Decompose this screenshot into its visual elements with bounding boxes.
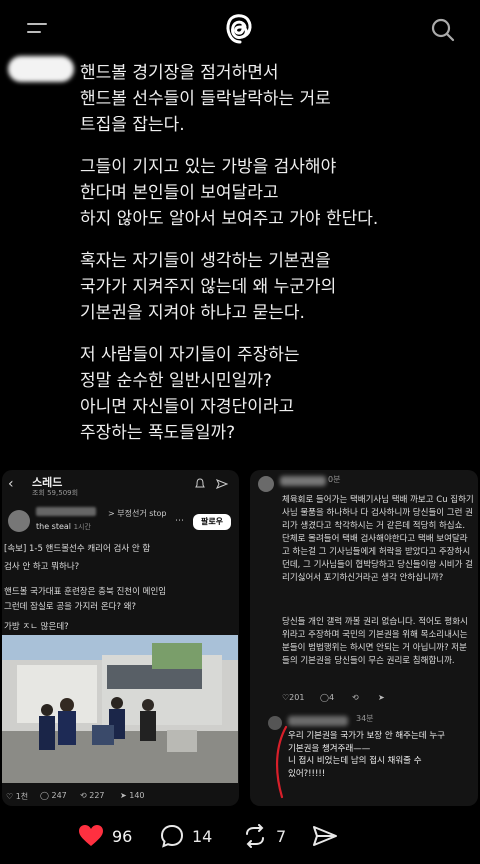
left-comment-count: 247 bbox=[51, 791, 67, 800]
post-line: 기본권을 지켜야 하냐고 묻는다. bbox=[80, 303, 305, 323]
post-line: 주장하는 폭도들일까? bbox=[80, 423, 236, 443]
more-icon: ⋯ bbox=[175, 516, 184, 526]
left-share-count: 140 bbox=[129, 791, 145, 800]
post-paragraph: 혹자는 자기들이 생각하는 기본권을 국가가 지켜주지 않는데 왜 누군가의 기… bbox=[80, 248, 475, 326]
post-line: 아니면 자신들이 자경단이라고 bbox=[80, 397, 295, 417]
post-line: 한다며 본인들이 보여달라고 bbox=[80, 183, 279, 203]
left-shot-comment: ◯ 247 bbox=[40, 791, 67, 800]
attached-photo bbox=[2, 635, 238, 783]
repost-count: 7 bbox=[276, 826, 287, 846]
post-line: 핸드볼 선수들이 들락날락하는 거로 bbox=[80, 89, 331, 109]
bell-icon bbox=[195, 478, 205, 488]
photo-scene bbox=[2, 635, 238, 783]
right-reply-text: 우리 기본권을 국가가 보장 안 해주는데 누구 기본권을 챙겨주래—— 니 접… bbox=[288, 730, 476, 780]
left-shot-like: ♡ 1천 bbox=[6, 792, 29, 801]
left-shot-quote: > 부정선거 stop bbox=[108, 508, 167, 519]
reply-line: 있어?!!!!! bbox=[288, 768, 326, 779]
reply-line: 기본권을 챙겨주래—— bbox=[288, 743, 371, 754]
post-paragraph: 핸드볼 경기장을 점거하면서 핸드볼 선수들이 들락날락하는 거로 트집을 잡는… bbox=[80, 60, 475, 138]
left-shot-subline: the steal 1시간 bbox=[36, 522, 91, 532]
repost-icon bbox=[246, 824, 264, 848]
like-button[interactable]: 96 bbox=[78, 822, 132, 850]
right-shot-repost: ⟲ bbox=[352, 693, 359, 702]
left-shot-username bbox=[36, 507, 96, 516]
search-icon[interactable] bbox=[430, 17, 456, 43]
left-shot-line: 가방 ㅈㄴ 많은데? bbox=[4, 622, 69, 632]
post-line: 핸드볼 경기장을 점거하면서 bbox=[80, 63, 279, 83]
left-shot-repost: ⟲ 227 bbox=[80, 791, 105, 800]
top-bar bbox=[0, 0, 480, 60]
left-repost-count: 227 bbox=[89, 791, 105, 800]
left-shot-actions: ♡ 1천 ◯ 247 ⟲ 227 ➤ 140 bbox=[0, 788, 237, 806]
post-line: 혹자는 자기들이 생각하는 기본권을 bbox=[80, 251, 331, 271]
post-line: 국가가 지켜주지 않는데 왜 누군가의 bbox=[80, 277, 337, 297]
threads-logo-icon[interactable] bbox=[222, 12, 256, 46]
reply-line: 니 접시 비었는데 남의 접시 채워줄 수 bbox=[288, 756, 422, 766]
share-icon bbox=[313, 826, 337, 846]
post-line: 트집을 잡는다. bbox=[80, 115, 185, 135]
post-line: 저 사람들이 자기들이 주장하는 bbox=[80, 345, 300, 365]
red-annotation-mark bbox=[275, 725, 288, 799]
reply-line: 우리 기본권을 국가가 보장 안 해주는데 누구 bbox=[288, 731, 445, 741]
left-like-count: 1천 bbox=[15, 792, 29, 801]
right-comment-count: 4 bbox=[328, 693, 335, 702]
back-icon: ‹ bbox=[8, 476, 14, 492]
post-body: 핸드볼 경기장을 점거하면서 핸드볼 선수들이 들락날락하는 거로 트집을 잡는… bbox=[80, 60, 475, 462]
right-reply-username bbox=[288, 716, 348, 726]
post-line: 하지 않아도 알아서 보여주고 가야 한단다. bbox=[80, 209, 379, 229]
right-shot-comment: 체육회로 들어가는 택배기사님 택배 까보고 Cu 집하기사님 물품을 하나하나… bbox=[282, 495, 474, 583]
left-shot-line: 핸드볼 국가대표 훈련장은 충북 진천이 메인임 bbox=[4, 587, 167, 597]
left-shot-line: [속보] 1-5 핸드볼선수 캐리어 검사 안 함 bbox=[4, 544, 151, 554]
right-like-count: 201 bbox=[289, 693, 305, 702]
post-line: 그들이 기지고 있는 가방을 검사해야 bbox=[80, 157, 337, 177]
comment-count: 14 bbox=[192, 826, 213, 846]
right-shot-avatar bbox=[258, 476, 274, 492]
post-paragraph: 저 사람들이 자기들이 주장하는 정말 순수한 일반시민일까? 아니면 자신들이… bbox=[80, 342, 475, 446]
right-shot-username bbox=[280, 476, 326, 486]
left-shot-line: 그런데 잠실로 공을 가지러 온다? 왜? bbox=[4, 602, 137, 612]
comment-icon bbox=[160, 824, 184, 848]
post-line: 정말 순수한 일반시민일까? bbox=[80, 371, 272, 391]
quote-label: > 부정선거 stop bbox=[108, 509, 167, 518]
right-shot-share: ➤ bbox=[378, 693, 385, 702]
heart-icon bbox=[79, 825, 103, 846]
right-shot-comment-btn: ◯ 4 bbox=[320, 693, 335, 702]
right-reply-time: 34분 bbox=[356, 714, 374, 723]
author-avatar[interactable] bbox=[8, 56, 74, 82]
post-paragraph: 그들이 기지고 있는 가방을 검사해야 한다며 본인들이 보여달라고 하지 않아… bbox=[80, 154, 475, 232]
follow-button: 팔로우 bbox=[193, 514, 231, 530]
share-button[interactable] bbox=[312, 822, 338, 850]
right-shot-comment: 당신들 개인 갤럭 까볼 권리 없습니다. 적어도 평화시위라고 주장하며 국민… bbox=[282, 617, 468, 666]
left-shot-views: 조회 59,509회 bbox=[32, 489, 79, 497]
left-shot-time: 1시간 bbox=[73, 523, 91, 531]
left-shot-avatar bbox=[8, 510, 30, 532]
right-shot-time: 0분 bbox=[328, 475, 341, 484]
comment-button[interactable]: 14 bbox=[160, 822, 212, 850]
right-shot-like: ♡ 201 bbox=[282, 693, 305, 702]
send-icon bbox=[216, 479, 228, 489]
left-shot-line: 검사 안 하고 뭐하나? bbox=[4, 562, 80, 572]
left-shot-header: ‹ 스레드 조회 59,509회 bbox=[2, 470, 239, 500]
bottom-action-bar bbox=[0, 812, 480, 860]
left-shot-share: ➤ 140 bbox=[120, 791, 145, 800]
repost-button[interactable]: 7 bbox=[242, 822, 286, 850]
menu-icon[interactable] bbox=[27, 20, 49, 38]
like-count: 96 bbox=[112, 826, 133, 846]
left-shot-sub-label: the steal bbox=[36, 522, 72, 531]
